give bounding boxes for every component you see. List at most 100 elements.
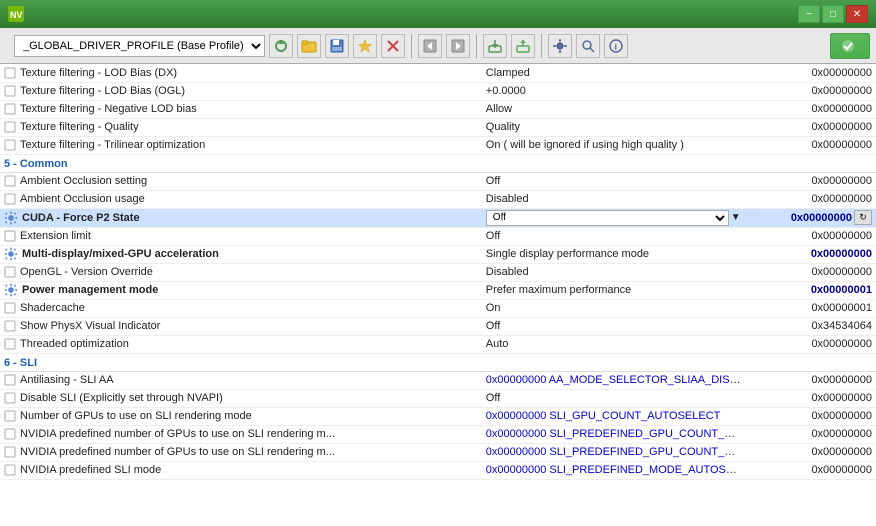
row-value: Disabled: [486, 193, 529, 205]
table-row[interactable]: Show PhysX Visual Indicator Off 0x34534064: [0, 317, 876, 335]
hex-value: 0x34534064: [811, 320, 872, 332]
checkbox-icon: [4, 464, 16, 476]
minimize-button[interactable]: −: [798, 5, 820, 23]
table-row[interactable]: NVIDIA predefined number of GPUs to use …: [0, 425, 876, 443]
row-value-link[interactable]: 0x00000000 SLI_PREDEFINED_GPU_COUNT_DX10…: [486, 446, 745, 458]
hex-value: 0x00000000: [811, 121, 872, 133]
table-row[interactable]: Ambient Occlusion usageDisabled0x0000000…: [0, 190, 876, 208]
maximize-button[interactable]: □: [822, 5, 844, 23]
table-row[interactable]: Texture filtering - Negative LOD biasAll…: [0, 100, 876, 118]
hex-value: 0x00000000: [811, 446, 872, 458]
gear-icon: [4, 211, 18, 225]
checkbox-icon: [4, 392, 16, 404]
hex-value: 0x00000000: [811, 67, 872, 79]
hex-value: 0x00000000: [811, 139, 872, 151]
checkbox-icon: [4, 67, 16, 79]
row-value: Off: [486, 392, 500, 404]
row-name: Power management mode: [22, 284, 158, 296]
row-value-link[interactable]: 0x00000000 SLI_PREDEFINED_GPU_COUNT_AUTO…: [486, 428, 745, 440]
row-name: Number of GPUs to use on SLI rendering m…: [20, 410, 252, 422]
row-value: Off: [486, 320, 500, 332]
toolbar: _GLOBAL_DRIVER_PROFILE (Base Profile): [0, 28, 876, 64]
svg-text:i: i: [615, 42, 618, 52]
table-row[interactable]: CUDA - Force P2 State Off ▼ 0x00000000 ↻: [0, 208, 876, 227]
dropdown-arrow: ▼: [731, 212, 741, 223]
apply-changes-button[interactable]: [830, 33, 870, 59]
open-button[interactable]: [297, 34, 321, 58]
checkbox-icon: [4, 302, 16, 314]
star-button[interactable]: [353, 34, 377, 58]
reload-button[interactable]: [269, 34, 293, 58]
table-row[interactable]: Texture filtering - QualityQuality0x0000…: [0, 118, 876, 136]
save-icon: [329, 38, 345, 54]
table-row[interactable]: Texture filtering - LOD Bias (DX)Clamped…: [0, 64, 876, 82]
table-row[interactable]: Power management modePrefer maximum perf…: [0, 281, 876, 299]
hex-value: 0x00000000: [811, 175, 872, 187]
prev-button[interactable]: [418, 34, 442, 58]
row-value-link[interactable]: 0x00000000 AA_MODE_SELECTOR_SLIAA_DISABL…: [486, 374, 745, 386]
cuda-p2-dropdown[interactable]: Off: [486, 210, 729, 226]
row-value-link[interactable]: 0x00000000 SLI_PREDEFINED_MODE_AUTOSELEC…: [486, 464, 745, 476]
table-row[interactable]: Disable SLI (Explicitly set through NVAP…: [0, 389, 876, 407]
profile-dropdown[interactable]: _GLOBAL_DRIVER_PROFILE (Base Profile): [14, 35, 265, 57]
hex-value: 0x00000000: [811, 338, 872, 350]
hex-value: 0x00000000: [811, 193, 872, 205]
checkbox-icon: [4, 230, 16, 242]
delete-button[interactable]: [381, 34, 405, 58]
settings-button[interactable]: [548, 34, 572, 58]
row-value: Clamped: [486, 67, 530, 79]
row-name: Multi-display/mixed-GPU acceleration: [22, 248, 219, 260]
search-button[interactable]: [576, 34, 600, 58]
table-row[interactable]: NVIDIA predefined number of GPUs to use …: [0, 443, 876, 461]
settings-table: Texture filtering - LOD Bias (DX)Clamped…: [0, 64, 876, 480]
next-button[interactable]: [446, 34, 470, 58]
checkbox-icon: [4, 139, 16, 151]
row-name: Texture filtering - LOD Bias (OGL): [20, 85, 185, 97]
hex-value: 0x00000000: [811, 374, 872, 386]
import-button[interactable]: [511, 34, 535, 58]
row-name: Show PhysX Visual Indicator: [20, 320, 160, 332]
row-value: Disabled: [486, 266, 529, 278]
table-row[interactable]: OpenGL - Version OverrideDisabled0x00000…: [0, 263, 876, 281]
table-row[interactable]: NVIDIA predefined SLI mode0x00000000 SLI…: [0, 461, 876, 479]
prev-icon: [423, 39, 437, 53]
toolbar-separator-3: [541, 34, 542, 58]
section-header-section-6: 6 - SLI: [0, 353, 876, 371]
toolbar-separator-2: [476, 34, 477, 58]
row-value-link[interactable]: 0x00000000 SLI_GPU_COUNT_AUTOSELECT: [486, 410, 721, 422]
info-icon: i: [608, 38, 624, 54]
row-name: Shadercache: [20, 302, 85, 314]
table-row[interactable]: Extension limitOff0x00000000: [0, 227, 876, 245]
row-name: NVIDIA predefined number of GPUs to use …: [20, 446, 335, 458]
revert-button[interactable]: ↻: [854, 210, 872, 225]
close-button[interactable]: ✕: [846, 5, 868, 23]
table-row[interactable]: Texture filtering - LOD Bias (OGL)+0.000…: [0, 82, 876, 100]
table-row[interactable]: ShadercacheOn0x00000001: [0, 299, 876, 317]
checkbox-icon: [4, 193, 16, 205]
row-name: Texture filtering - Trilinear optimizati…: [20, 139, 205, 151]
save-button[interactable]: [325, 34, 349, 58]
section-header-section-5: 5 - Common: [0, 154, 876, 172]
table-row[interactable]: Antiliasing - SLI AA0x00000000 AA_MODE_S…: [0, 371, 876, 389]
hex-value: 0x00000001: [811, 284, 872, 296]
row-value: Auto: [486, 338, 509, 350]
checkbox-icon: [4, 428, 16, 440]
table-row[interactable]: Ambient Occlusion settingOff0x00000000: [0, 172, 876, 190]
export-button[interactable]: [483, 34, 507, 58]
settings-icon: [552, 38, 568, 54]
checkbox-icon: [4, 410, 16, 422]
hex-value: 0x00000000: [811, 230, 872, 242]
table-row[interactable]: Texture filtering - Trilinear optimizati…: [0, 136, 876, 154]
table-row[interactable]: Multi-display/mixed-GPU accelerationSing…: [0, 245, 876, 263]
title-bar-controls: − □ ✕: [798, 5, 868, 23]
svg-text:NV: NV: [10, 10, 23, 20]
export-icon: [487, 38, 503, 54]
nvidia-icon: NV: [8, 6, 24, 22]
table-row[interactable]: Threaded optimizationAuto0x00000000: [0, 335, 876, 353]
settings-table-container[interactable]: Texture filtering - LOD Bias (DX)Clamped…: [0, 64, 876, 526]
row-value: Off: [486, 230, 500, 242]
info-button[interactable]: i: [604, 34, 628, 58]
checkbox-icon: [4, 103, 16, 115]
table-row[interactable]: Number of GPUs to use on SLI rendering m…: [0, 407, 876, 425]
hex-value: 0x00000000: [811, 464, 872, 476]
